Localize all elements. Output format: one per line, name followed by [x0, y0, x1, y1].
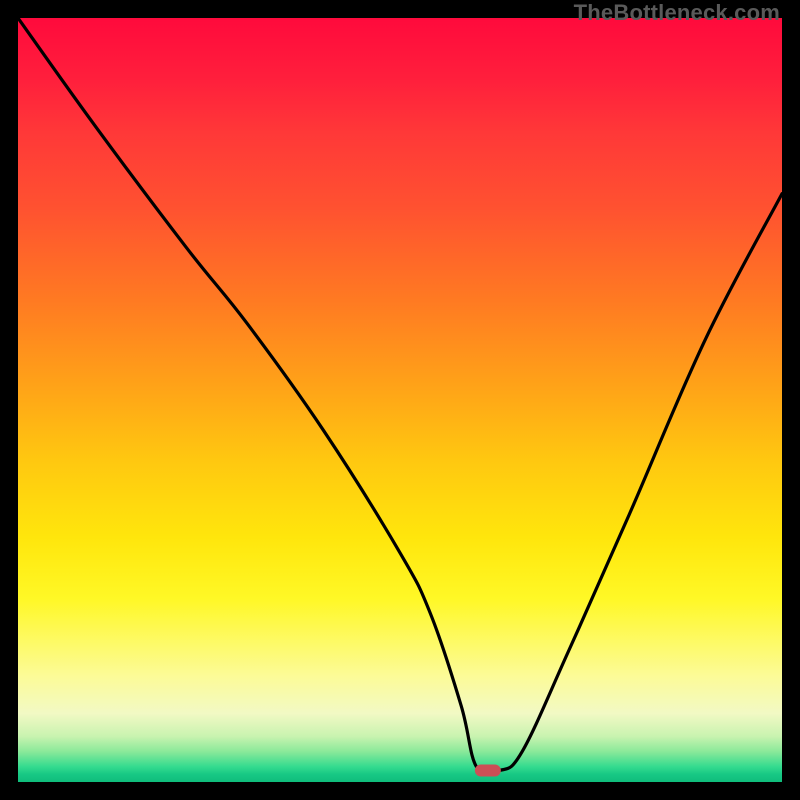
min-marker — [475, 765, 501, 777]
curve-layer — [18, 18, 782, 782]
bottleneck-curve — [18, 18, 782, 774]
chart-frame: TheBottleneck.com — [0, 0, 800, 800]
plot-area — [18, 18, 782, 782]
watermark-text: TheBottleneck.com — [574, 0, 780, 26]
